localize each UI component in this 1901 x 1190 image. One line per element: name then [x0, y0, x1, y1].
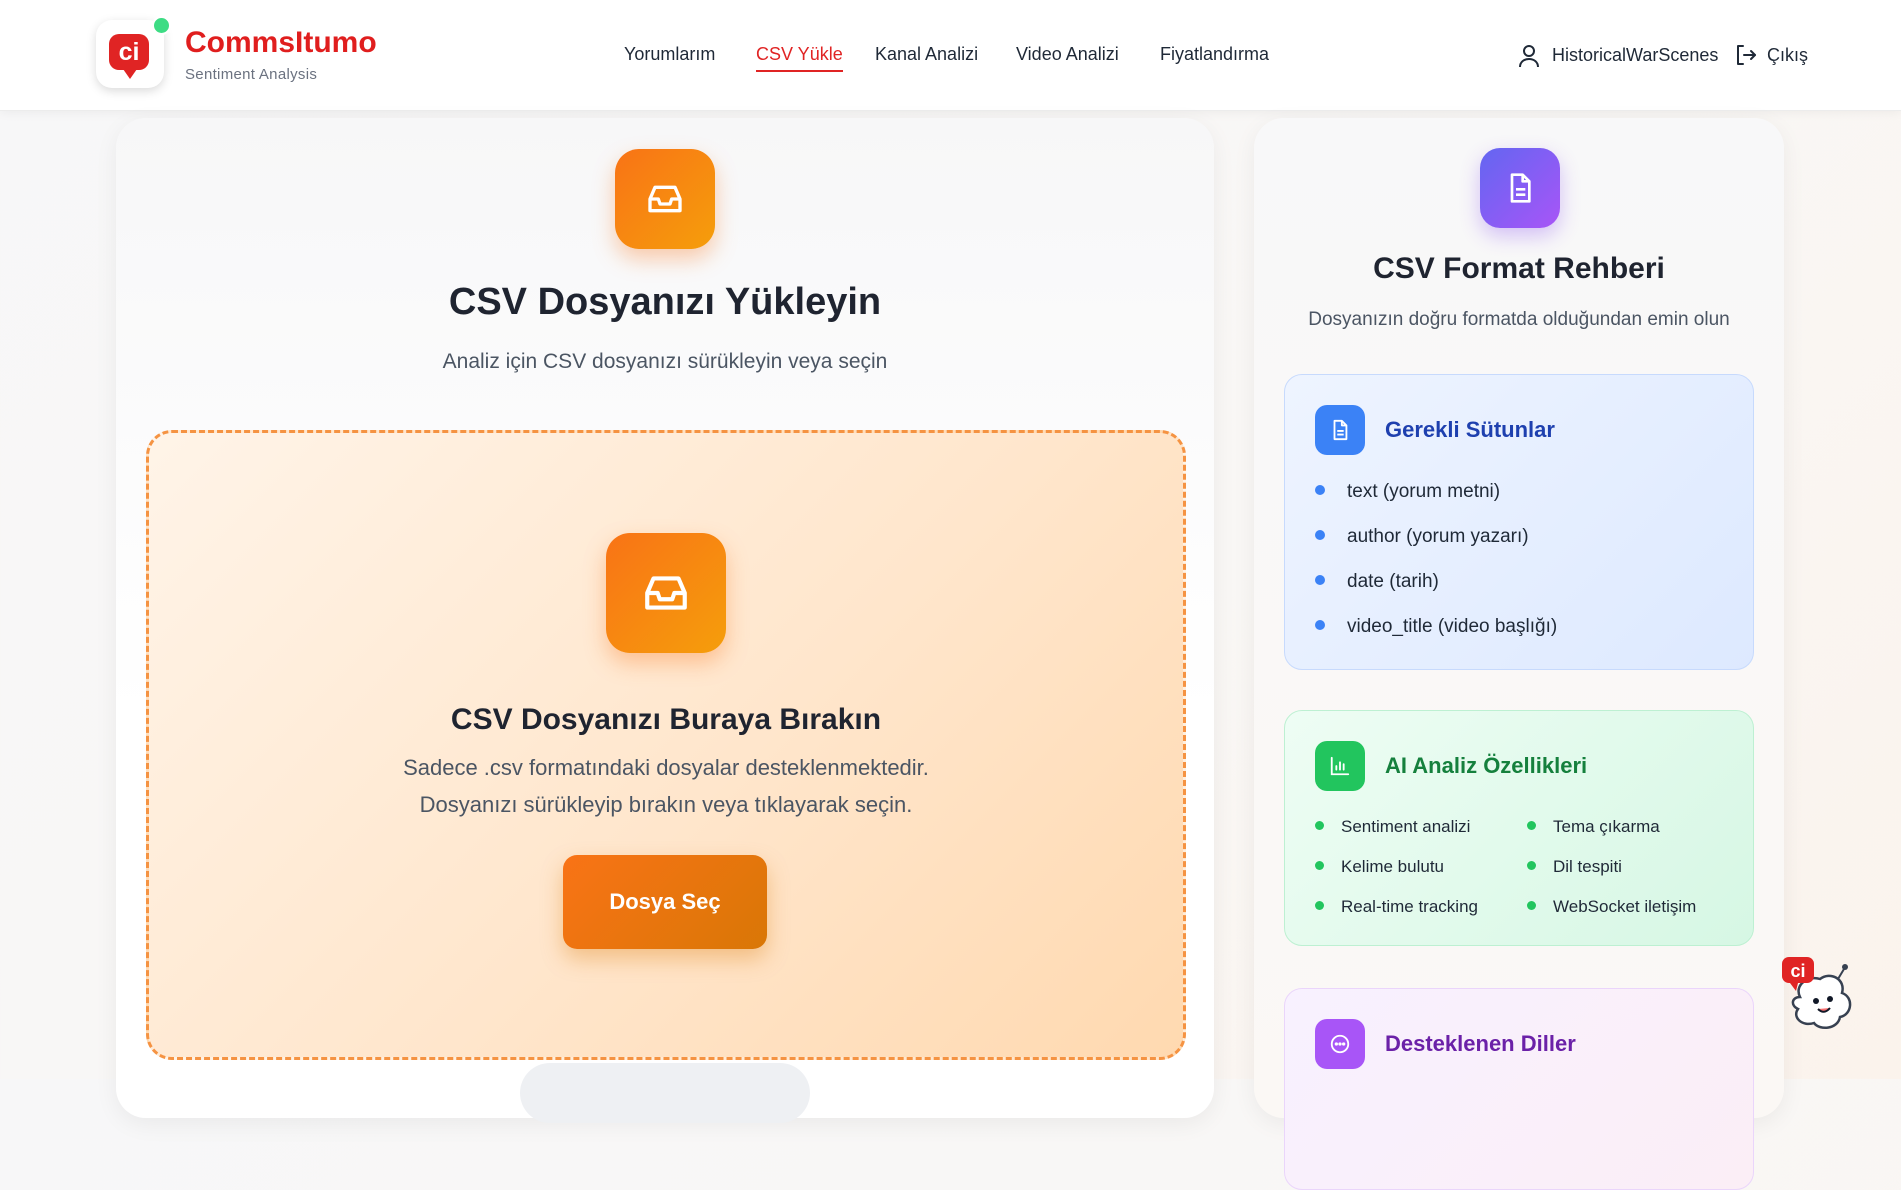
nav-kanal-analizi[interactable]: Kanal Analizi: [875, 44, 978, 70]
brand-name[interactable]: CommsItumo: [185, 26, 377, 60]
list-item: WebSocket iletişim: [1527, 897, 1696, 917]
brand-subtitle: Sentiment Analysis: [185, 66, 318, 83]
list-item: Dil tespiti: [1527, 857, 1622, 877]
required-columns-box: Gerekli Sütunlar text (yorum metni) auth…: [1284, 374, 1754, 670]
bar-chart-icon: [1315, 741, 1365, 791]
mascot-badge-text: ci: [1790, 961, 1805, 981]
nav-yorumlarim[interactable]: Yorumlarım: [624, 44, 715, 70]
list-item: text (yorum metni): [1315, 481, 1500, 503]
csv-format-guide: CSV Format Rehberi Dosyanızın doğru form…: [1254, 118, 1784, 1190]
user-icon: [1519, 45, 1539, 68]
nav-fiyatlandirma[interactable]: Fiyatlandırma: [1160, 44, 1269, 70]
status-dot: [152, 16, 171, 35]
guide-title: CSV Format Rehberi: [1373, 252, 1665, 285]
upload-card: CSV Dosyanızı Yükleyin Analiz için CSV d…: [116, 118, 1214, 1123]
dropzone-title: CSV Dosyanızı Buraya Bırakın: [450, 703, 882, 736]
required-columns-title: Gerekli Sütunlar: [1385, 417, 1555, 442]
list-item: date (tarih): [1315, 571, 1439, 593]
logo-mark: ci: [109, 34, 149, 79]
list-item: video_title (video başlığı): [1315, 616, 1557, 638]
supported-languages-title: Desteklenen Diller: [1385, 1031, 1576, 1056]
logout-icon[interactable]: [1734, 43, 1758, 67]
upload-subtitle: Analiz için CSV dosyanızı sürükleyin vey…: [442, 350, 888, 373]
list-item: Kelime bulutu: [1315, 857, 1444, 877]
assistant-mascot-icon[interactable]: ci: [1780, 955, 1862, 1037]
file-dropzone[interactable]: CSV Dosyanızı Buraya Bırakın Sadece .csv…: [146, 430, 1186, 1060]
logout-button[interactable]: Çıkış: [1767, 45, 1808, 66]
chat-bubble-icon: [1315, 1019, 1365, 1069]
supported-languages-box: Desteklenen Diller: [1284, 988, 1754, 1190]
dropzone-hint-format: Sadece .csv formatındaki dosyalar destek…: [403, 755, 929, 780]
bottom-partial-element: [520, 1063, 810, 1123]
list-item: Sentiment analizi: [1315, 817, 1470, 837]
ai-features-title: AI Analiz Özellikleri: [1385, 753, 1588, 778]
guide-subtitle: Dosyanızın doğru formatda olduğundan emi…: [1308, 309, 1730, 330]
select-file-button[interactable]: Dosya Seç: [563, 855, 767, 949]
user-name[interactable]: HistoricalWarScenes: [1552, 45, 1718, 66]
dropzone-hint-action: Dosyanızı sürükleyip bırakın veya tıklay…: [419, 792, 913, 817]
top-navbar: ci CommsItumo Sentiment Analysis Yorumla…: [0, 0, 1901, 111]
inbox-icon: [615, 149, 715, 249]
document-icon: [1315, 405, 1365, 455]
nav-csv-yukle[interactable]: CSV Yükle: [756, 44, 843, 72]
inbox-icon: [606, 533, 726, 653]
nav-video-analizi[interactable]: Video Analizi: [1016, 44, 1119, 70]
list-item: author (yorum yazarı): [1315, 526, 1529, 548]
list-item: Real-time tracking: [1315, 897, 1478, 917]
ai-features-box: AI Analiz Özellikleri Sentiment analizi …: [1284, 710, 1754, 946]
list-item: Tema çıkarma: [1527, 817, 1660, 837]
upload-title: CSV Dosyanızı Yükleyin: [448, 281, 882, 323]
document-icon: [1480, 148, 1560, 228]
